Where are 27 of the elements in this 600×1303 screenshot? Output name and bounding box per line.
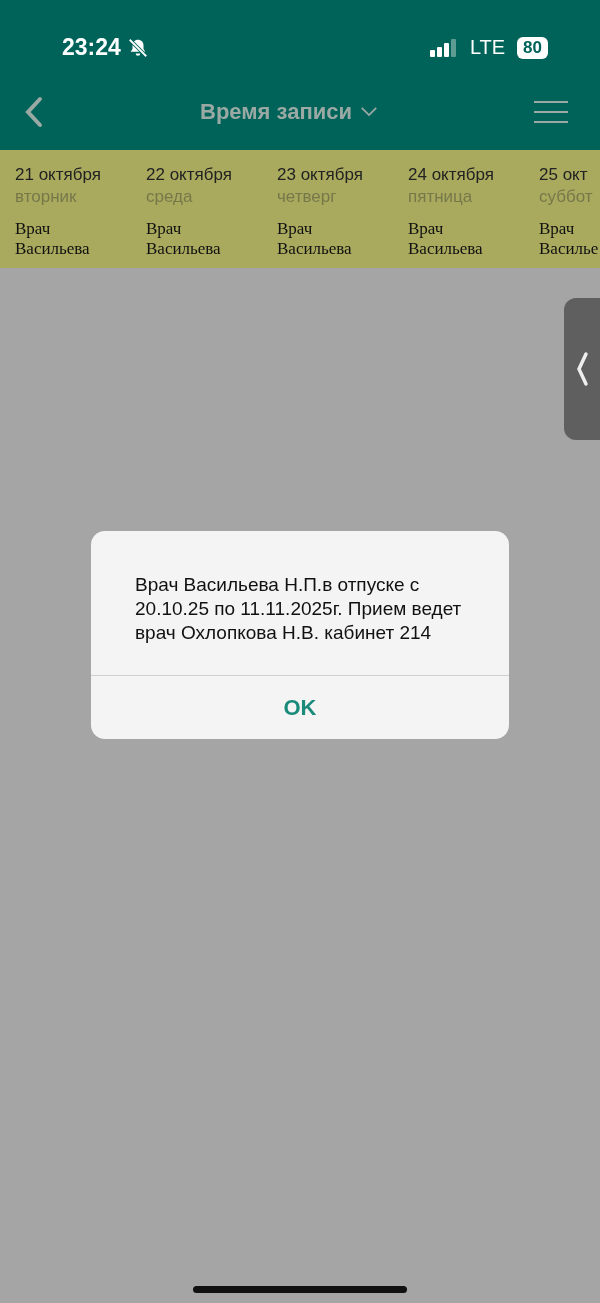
doctor-name-line: Врач (408, 219, 445, 239)
battery-indicator: 80 (517, 36, 548, 59)
back-icon[interactable] (24, 95, 44, 128)
doctor-name-line: Врач (277, 219, 314, 239)
day-date[interactable]: 24 октября (408, 165, 539, 185)
doctor-name-line: Васильева (408, 239, 484, 259)
day-date[interactable]: 25 окт (539, 165, 600, 185)
muted-bell-icon (126, 36, 149, 59)
chevron-down-icon (359, 106, 378, 117)
doctor-name-line: Врач (146, 219, 183, 239)
doctor-name-line: Врач (539, 219, 576, 239)
day-date[interactable]: 23 октября (277, 165, 408, 185)
doctor-name-line: Врач (15, 219, 52, 239)
day-date[interactable]: 21 октября (15, 165, 146, 185)
network-type: LTE (469, 36, 506, 59)
chevron-left-icon (575, 351, 589, 387)
doctor-name-line: Васильева (15, 239, 91, 259)
doctor-name-line: Васильева (146, 239, 222, 259)
signal-icon (429, 38, 458, 57)
alert-message: Врач Васильева Н.П.в отпуске с 20.10.25 по 11.11.2025г. Прием ведет врач Охлопкова Н.В. кабинет 214 (134, 573, 463, 645)
doctor-name-line: Васильева (277, 239, 353, 259)
side-panel-tab[interactable] (564, 298, 600, 440)
doctor-name-line: Василье (539, 239, 600, 259)
status-time: 23:24 (62, 34, 121, 61)
menu-icon[interactable] (534, 99, 568, 124)
day-date[interactable]: 22 октября (146, 165, 277, 185)
ok-button[interactable]: OK (91, 675, 509, 739)
